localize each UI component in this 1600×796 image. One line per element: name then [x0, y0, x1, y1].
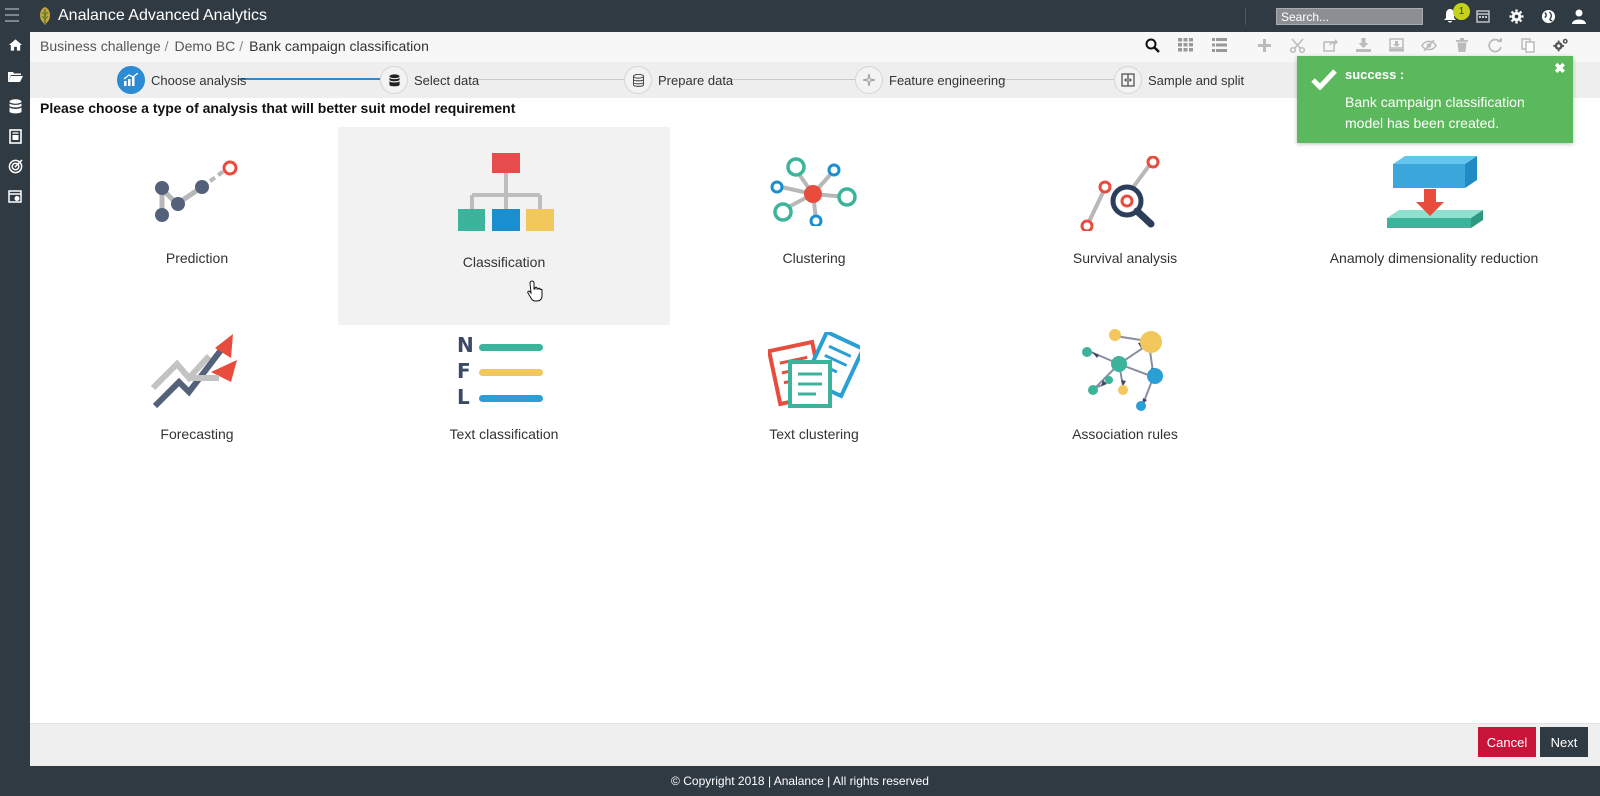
step-feature-engineering[interactable]: Feature engineering	[855, 65, 1005, 95]
cancel-button[interactable]: Cancel	[1478, 727, 1536, 757]
schedule-icon[interactable]	[6, 187, 24, 205]
page-instruction: Please choose a type of analysis that wi…	[40, 100, 516, 116]
prepare-data-step-icon	[624, 66, 652, 94]
clustering-icon	[770, 157, 857, 226]
analysis-card-prediction[interactable]: Prediction	[31, 126, 363, 320]
toast-close-icon[interactable]: ✖	[1554, 60, 1566, 77]
success-toast: success : Bank campaign classification m…	[1297, 56, 1573, 143]
refresh-icon[interactable]	[1487, 37, 1503, 53]
sample-split-step-icon	[1114, 66, 1142, 94]
step-label: Sample and split	[1148, 72, 1245, 88]
analysis-card-survival-analysis[interactable]: Survival analysis	[959, 126, 1291, 320]
report-icon[interactable]	[6, 127, 24, 145]
prediction-icon	[155, 160, 238, 222]
breadcrumb-item-demo-bc[interactable]: Demo BC	[175, 38, 236, 54]
step-label: Prepare data	[658, 72, 734, 88]
analysis-card-text-clustering[interactable]: Text clustering	[648, 326, 980, 520]
copyright-footer: © Copyright 2018 | Analance | All rights…	[0, 766, 1600, 796]
toolbar-divider	[1245, 8, 1246, 25]
database-icon[interactable]	[6, 97, 24, 115]
calendar-icon[interactable]	[1474, 7, 1492, 25]
left-sidebar	[0, 32, 30, 766]
app-logo-icon	[40, 7, 50, 25]
analysis-card-anomaly-dimensionality-reduction[interactable]: Anamoly dimensionality reduction	[1268, 126, 1600, 320]
analysis-label: Classification	[462, 254, 546, 270]
hide-icon[interactable]	[1421, 37, 1437, 53]
text-classification-icon: N F L	[457, 334, 543, 408]
svg-text:F: F	[457, 359, 471, 383]
next-button[interactable]: Next	[1540, 727, 1588, 757]
scissors-icon[interactable]	[1289, 37, 1305, 53]
step-label: Select data	[414, 72, 480, 88]
step-connector	[476, 79, 626, 80]
app-title: Analance Advanced Analytics	[58, 7, 268, 24]
toast-title: success :	[1345, 67, 1405, 82]
step-label: Choose analysis	[151, 72, 247, 88]
hamburger-menu-icon[interactable]	[5, 8, 19, 24]
text-clustering-icon	[768, 332, 860, 408]
survival-icon	[1080, 156, 1160, 231]
settings-gears-icon[interactable]	[1553, 37, 1569, 53]
analysis-label: Survival analysis	[1072, 250, 1178, 266]
home-icon[interactable]	[6, 36, 24, 54]
analysis-label: Association rules	[1072, 426, 1178, 442]
analysis-label: Forecasting	[160, 426, 234, 442]
database-step-icon	[380, 66, 408, 94]
copy-icon[interactable]	[1520, 37, 1536, 53]
feature-engineering-step-icon	[855, 66, 883, 94]
breadcrumb-item-business-challenge[interactable]: Business challenge	[40, 38, 161, 54]
toast-message: Bank campaign classification model has b…	[1345, 94, 1525, 131]
analysis-card-clustering[interactable]: Clustering	[648, 126, 980, 320]
hand-cursor-icon	[527, 280, 543, 302]
gear-icon[interactable]	[1507, 7, 1525, 25]
analysis-card-text-classification[interactable]: N F L Text classification	[338, 326, 670, 520]
svg-text:N: N	[457, 334, 474, 357]
notification-badge: 1	[1453, 3, 1470, 20]
folder-icon[interactable]	[6, 67, 24, 85]
step-choose-analysis[interactable]: Choose analysis	[117, 65, 246, 95]
analysis-label: Anamoly dimensionality reduction	[1329, 250, 1539, 266]
trash-icon[interactable]	[1454, 37, 1470, 53]
step-connector	[998, 79, 1115, 80]
analysis-label: Text classification	[449, 426, 559, 442]
step-prepare-data[interactable]: Prepare data	[624, 65, 733, 95]
breadcrumb-separator: /	[164, 38, 169, 54]
add-icon[interactable]	[1256, 37, 1272, 53]
list-view-icon[interactable]	[1211, 37, 1227, 53]
globe-icon[interactable]	[1539, 7, 1557, 25]
classification-icon	[458, 153, 554, 231]
analysis-card-association-rules[interactable]: Association rules	[959, 326, 1291, 520]
step-connector	[730, 79, 857, 80]
step-select-data[interactable]: Select data	[380, 65, 479, 95]
import-icon[interactable]	[1388, 37, 1404, 53]
download-icon[interactable]	[1355, 37, 1371, 53]
analysis-label: Clustering	[782, 250, 846, 266]
analysis-card-forecasting[interactable]: Forecasting	[31, 326, 363, 520]
association-rules-icon	[1082, 329, 1163, 411]
top-bar: Analance Advanced Analytics 1	[0, 0, 1600, 32]
action-bar: Cancel Next	[30, 723, 1600, 766]
step-label: Feature engineering	[889, 72, 1006, 88]
analysis-card-classification[interactable]: Classification	[338, 127, 670, 325]
breadcrumb-separator: /	[239, 38, 244, 54]
breadcrumb: Business challenge / Demo BC / Bank campaign…	[40, 38, 433, 54]
breadcrumb-item-current: Bank campaign classification	[249, 38, 429, 54]
share-icon[interactable]	[1322, 37, 1338, 53]
analysis-label: Text clustering	[769, 426, 859, 442]
checkmark-icon	[1311, 69, 1337, 90]
target-icon[interactable]	[6, 157, 24, 175]
analysis-label: Prediction	[165, 250, 229, 266]
search-input[interactable]	[1276, 8, 1423, 25]
grid-view-icon[interactable]	[1177, 37, 1193, 53]
forecasting-icon	[151, 334, 237, 408]
search-icon[interactable]	[1144, 37, 1160, 53]
anomaly-icon	[1387, 156, 1483, 228]
user-icon[interactable]	[1570, 7, 1588, 25]
analysis-step-icon	[117, 66, 145, 94]
svg-text:L: L	[457, 385, 470, 408]
step-sample-and-split[interactable]: Sample and split	[1114, 65, 1244, 95]
